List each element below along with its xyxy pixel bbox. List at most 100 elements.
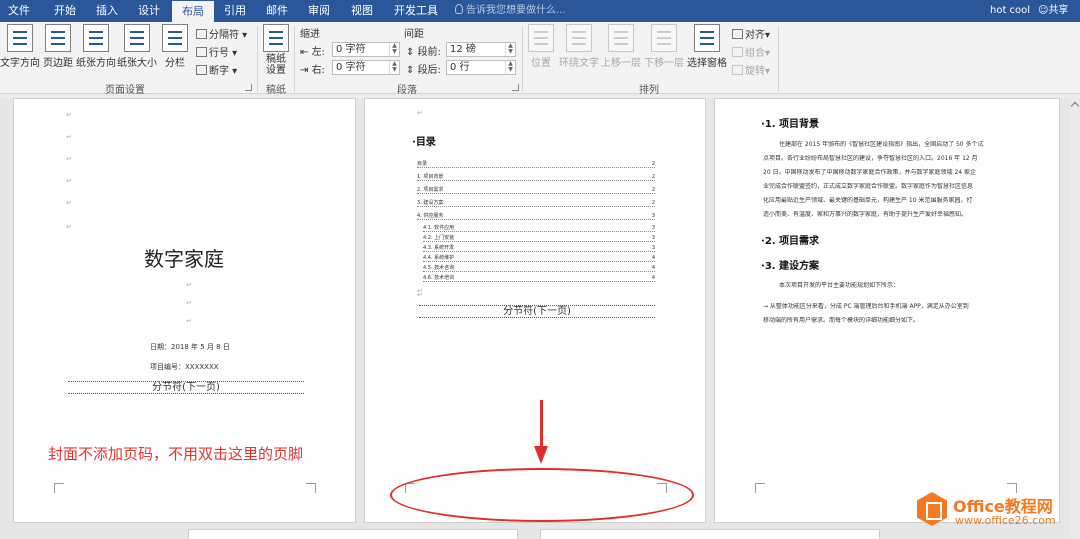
share-label: 共享 <box>1048 5 1069 16</box>
text-direction-button[interactable]: 文字方向 <box>0 24 40 69</box>
paragraph-mark: ↵ <box>66 111 72 119</box>
margins-label: 页边距 <box>43 58 73 69</box>
space-after-label: ⇕ 段后: <box>406 61 441 76</box>
toc-row[interactable]: 4.2. 上门安装 3 <box>423 235 655 242</box>
spin-arrows-icon[interactable]: ▲ ▼ <box>389 61 399 74</box>
tab-file[interactable]: 文件 <box>0 0 38 22</box>
heading-requirements-text: 2. 项目需求 <box>764 236 820 247</box>
tell-me-box[interactable]: 告诉我您想要做什么... <box>455 0 566 22</box>
margins-button[interactable]: 页边距 <box>40 24 76 69</box>
wrap-text-icon <box>566 24 592 52</box>
line-numbers-icon <box>196 47 207 57</box>
orientation-button[interactable]: 纸张方向 <box>76 24 116 69</box>
orientation-label: 纸张方向 <box>76 58 116 69</box>
toc-row[interactable]: 4.6. 技术培训 4 <box>423 275 655 282</box>
spin-arrows-icon[interactable]: ▲ ▼ <box>505 61 515 74</box>
toc-page: 4 <box>651 255 655 261</box>
indent-left-icon: ⇤ <box>300 47 312 58</box>
breaks-label: 分隔符 <box>209 30 239 41</box>
toc-row[interactable]: 4. 供应服务 3 <box>417 213 655 220</box>
indent-left-input[interactable]: 0 字符 ▲ ▼ <box>332 42 400 57</box>
page-size-icon <box>124 24 150 52</box>
selection-pane-icon <box>694 24 720 52</box>
body-line: 住建部在 2015 年颁布的《智慧社区建设指南》指出，全国启动了 50 多个试 <box>779 141 984 148</box>
user-name[interactable]: hot cool <box>990 0 1030 22</box>
toc-page: 2 <box>651 200 655 206</box>
wrap-text-button[interactable]: 环绕文字 <box>559 24 599 69</box>
arrow-head-icon <box>534 446 548 464</box>
tab-view[interactable]: 视图 <box>343 0 381 22</box>
tab-design[interactable]: 设计 <box>130 0 168 22</box>
heading-plan: ·3. 建设方案 <box>761 261 820 272</box>
breaks-button[interactable]: 分隔符 ▾ <box>196 26 247 41</box>
watermark: Office教程网 www.office26.com <box>917 488 1077 534</box>
space-before-text: 段前: <box>417 47 441 58</box>
columns-button[interactable]: 分栏 <box>160 24 190 69</box>
bring-forward-button[interactable]: 上移一层 <box>601 24 641 69</box>
tab-developer[interactable]: 开发工具 <box>388 0 444 22</box>
section-break-label: 分节符(下一页) <box>503 306 571 317</box>
position-label: 位置 <box>531 58 551 69</box>
space-after-input[interactable]: 0 行 ▲ ▼ <box>446 60 516 75</box>
hyphenation-icon <box>196 65 207 75</box>
toc-label: 2. 项目需求 <box>417 187 444 193</box>
section-break: 分节符(下一页) <box>419 305 655 318</box>
tab-home[interactable]: 开始 <box>46 0 84 22</box>
tab-insert[interactable]: 插入 <box>88 0 126 22</box>
toc-label: 4.6. 技术培训 <box>423 275 455 281</box>
share-button[interactable]: ☺共享 <box>1038 0 1068 22</box>
spin-arrows-icon[interactable]: ▲ ▼ <box>505 43 515 56</box>
toc-row[interactable]: 1. 项目背景 2 <box>417 174 655 181</box>
space-before-icon: ⇕ <box>406 47 418 58</box>
toc-page: 4 <box>651 265 655 271</box>
section-break-label: 分节符(下一页) <box>152 382 220 393</box>
toc-row[interactable]: 4.1. 软件应用 3 <box>423 225 655 232</box>
spin-arrows-icon[interactable]: ▲ ▼ <box>389 43 399 56</box>
align-button[interactable]: 对齐▾ <box>732 26 770 41</box>
toc-page: 2 <box>651 161 655 167</box>
size-button[interactable]: 纸张大小 <box>117 24 157 69</box>
group-objects-button[interactable]: 组合▾ <box>732 44 770 59</box>
toc-label: 4. 供应服务 <box>417 213 444 219</box>
send-backward-button[interactable]: 下移一层 <box>644 24 684 69</box>
tab-mailings[interactable]: 邮件 <box>258 0 296 22</box>
page-setup-launcher-icon[interactable] <box>245 84 252 91</box>
toc-row[interactable]: 目录 2 <box>417 161 655 168</box>
line-numbers-button[interactable]: 行号 ▾ <box>196 44 237 59</box>
draft-setup-button[interactable]: 稿纸设置 <box>262 24 290 76</box>
indent-right-text: 右: <box>311 65 325 76</box>
indent-right-input[interactable]: 0 字符 ▲ ▼ <box>332 60 400 75</box>
toc-page: 2 <box>651 174 655 180</box>
toc-row[interactable]: 2. 项目需求 2 <box>417 187 655 194</box>
toc-label: 4.4. 系统维护 <box>423 255 455 261</box>
toc-row[interactable]: 4.5. 技术咨询 4 <box>423 265 655 272</box>
next-page-top <box>540 529 880 539</box>
ribbon-layout: 文字方向 页边距 纸张方向 纸张大小 分栏 分隔符 ▾ 行号 ▾ 断字 ▾ 页面… <box>0 22 1080 96</box>
toc-row[interactable]: 3. 建设方案 2 <box>417 200 655 207</box>
columns-label: 分栏 <box>165 58 185 69</box>
selection-pane-button[interactable]: 选择窗格 <box>686 24 728 69</box>
paragraph-mark: ↵ <box>66 223 72 231</box>
hyphenation-button[interactable]: 断字 ▾ <box>196 62 237 77</box>
draft-setup-label: 稿纸设置 <box>266 54 286 76</box>
toc-row[interactable]: 4.4. 系统维护 4 <box>423 255 655 262</box>
lightbulb-icon <box>455 4 463 14</box>
position-button[interactable]: 位置 <box>526 24 556 69</box>
tab-layout[interactable]: 布局 <box>172 0 214 22</box>
toc-label: 1. 项目背景 <box>417 174 444 180</box>
paragraph-launcher-icon[interactable] <box>512 84 519 91</box>
vertical-scrollbar[interactable] <box>1070 98 1080 539</box>
body-line: 化应用最贴近生产领域、最关键的基础单元，构建生产 10 米范围服务家园，打 <box>763 197 973 204</box>
toc-label: 4.2. 上门安装 <box>423 235 455 241</box>
office-logo-icon <box>917 492 947 526</box>
scroll-up-icon[interactable] <box>1070 101 1080 111</box>
toc-row[interactable]: 4.3. 系统开发 3 <box>423 245 655 252</box>
tab-review[interactable]: 审阅 <box>300 0 338 22</box>
body-line: 移动端的所有用户需求。而每个模块的详细功能细分如下。 <box>763 317 920 324</box>
rotate-button[interactable]: 旋转▾ <box>732 62 770 77</box>
tab-references[interactable]: 引用 <box>216 0 254 22</box>
selection-pane-label: 选择窗格 <box>687 58 727 69</box>
crop-mark <box>755 483 765 493</box>
page-body[interactable]: ·1. 项目背景 住建部在 2015 年颁布的《智慧社区建设指南》指出，全国启动… <box>714 98 1060 523</box>
space-before-input[interactable]: 12 磅 ▲ ▼ <box>446 42 516 57</box>
